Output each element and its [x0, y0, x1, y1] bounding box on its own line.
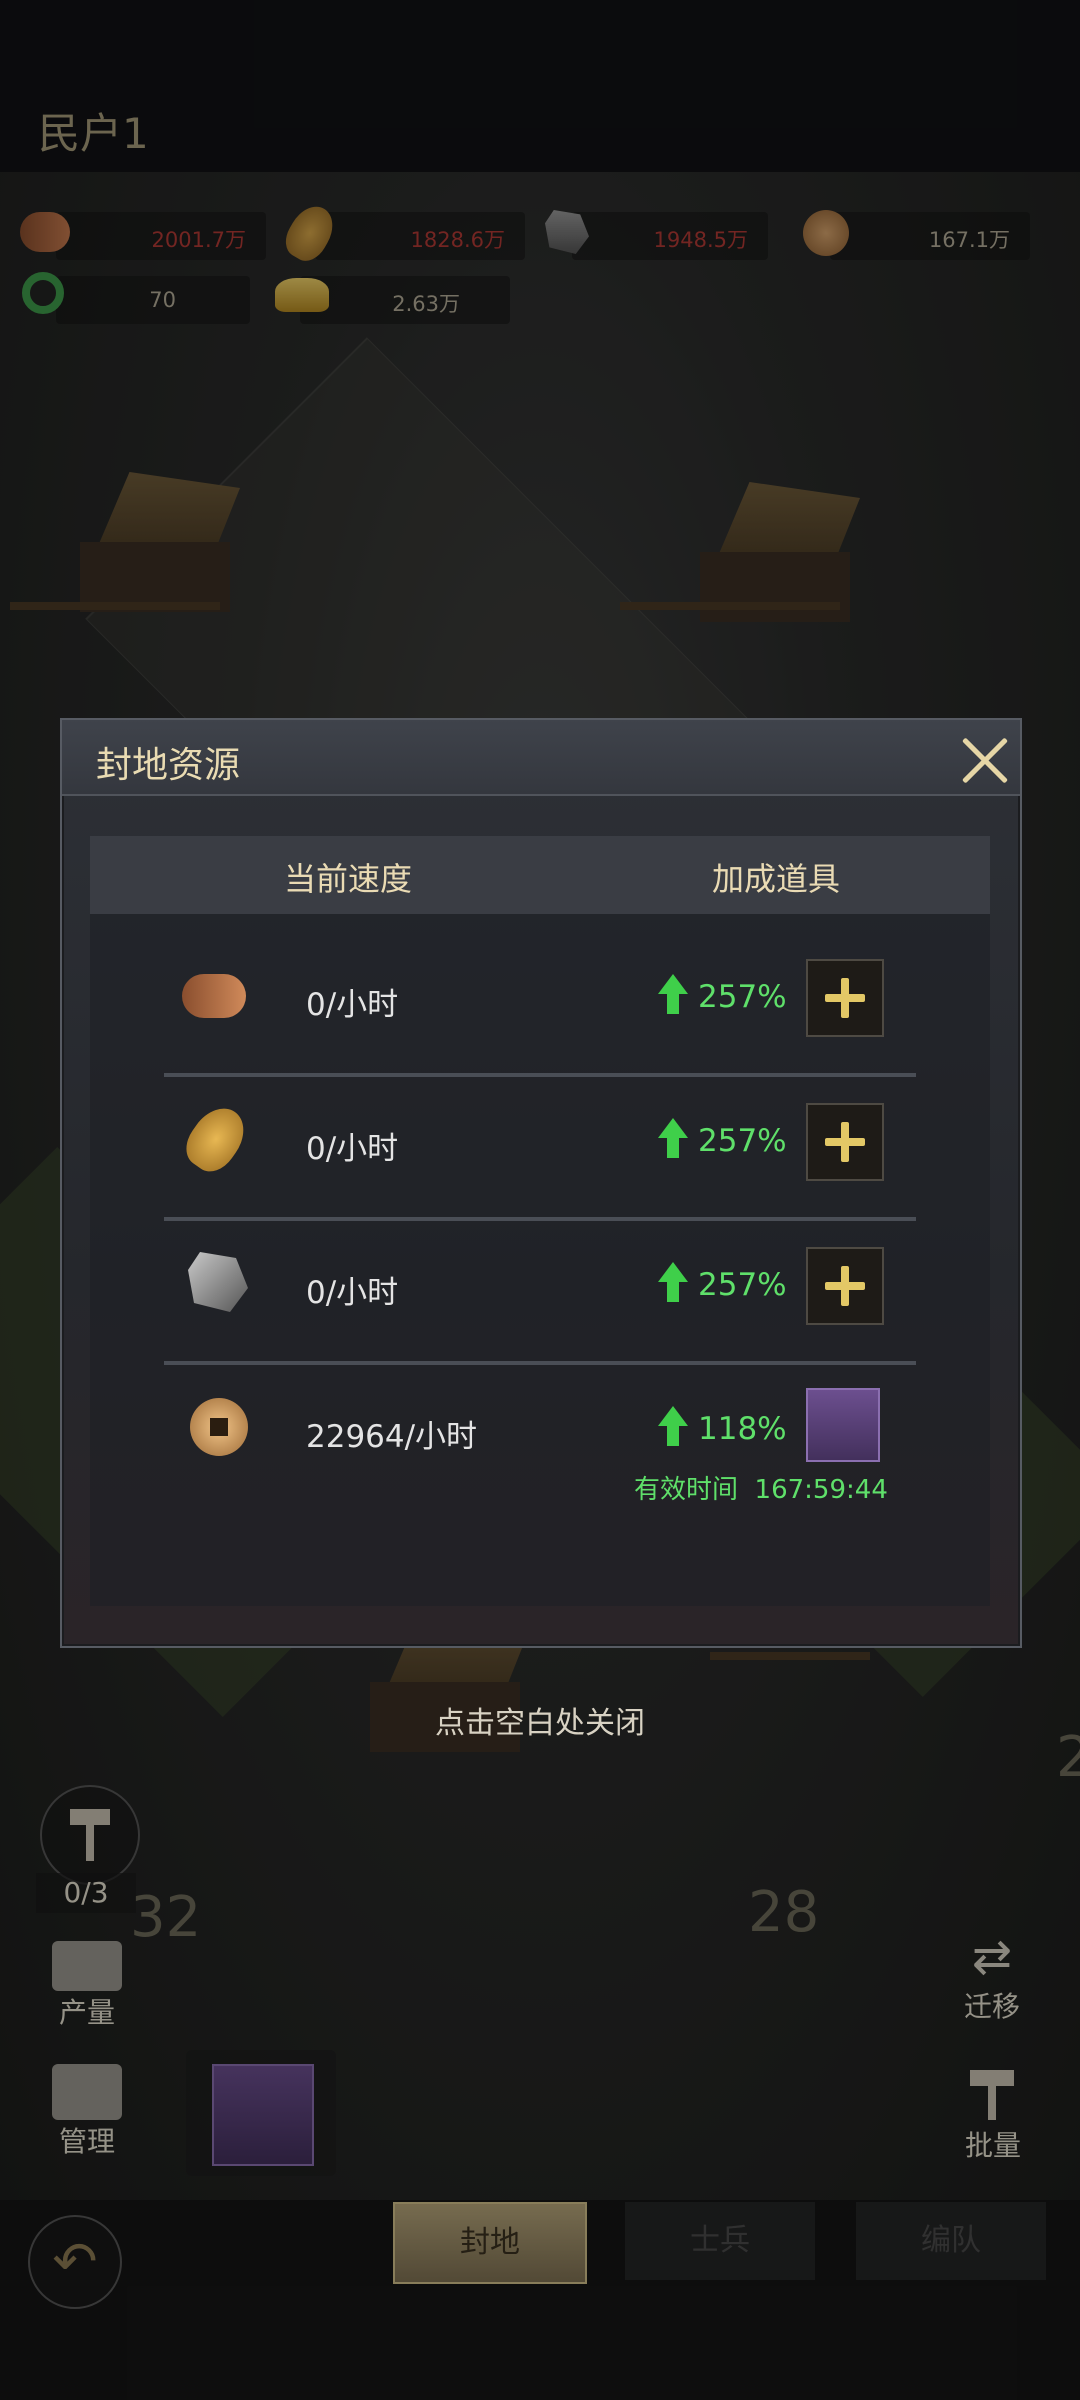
up-arrow-icon: [658, 1262, 688, 1304]
resource-row-wood: 0/小时 257%: [164, 934, 916, 1077]
production-rate: 0/小时: [306, 1275, 399, 1311]
bonus-percent: 118%: [698, 1411, 787, 1447]
effective-time-label: 有效时间: [634, 1475, 739, 1505]
dialog-title: 封地资源: [96, 745, 241, 786]
effective-time-value: 167:59:44: [754, 1475, 888, 1505]
bonus-percent: 257%: [698, 1267, 787, 1303]
fief-resources-dialog: 封地资源 当前速度 加成道具 0/小时 257% 0/小时 257% 0/小时 …: [60, 718, 1022, 1648]
row-divider: [164, 1361, 916, 1365]
bonsai-tree-icon[interactable]: [806, 1388, 880, 1462]
production-rate: 0/小时: [306, 987, 399, 1023]
copper-coin-icon: [190, 1398, 248, 1456]
wood-log-icon: [182, 974, 246, 1018]
close-hint: 点击空白处关闭: [435, 1706, 645, 1741]
resource-row-iron: 0/小时 257%: [164, 1222, 916, 1365]
bonus-percent: 257%: [698, 979, 787, 1015]
column-bonus-items: 加成道具: [712, 860, 841, 898]
add-bonus-button[interactable]: [806, 959, 884, 1037]
panel-header: 当前速度 加成道具: [90, 836, 990, 914]
close-icon[interactable]: [957, 732, 1013, 788]
up-arrow-icon: [658, 1118, 688, 1160]
up-arrow-icon: [658, 1406, 688, 1448]
production-rate: 0/小时: [306, 1131, 399, 1167]
resource-row-grain: 0/小时 257%: [164, 1078, 916, 1221]
wheat-icon: [177, 1098, 255, 1180]
effective-time: 有效时间 167:59:44: [634, 1469, 888, 1506]
production-rate: 22964/小时: [306, 1419, 478, 1455]
up-arrow-icon: [658, 974, 688, 1016]
row-divider: [164, 1073, 916, 1077]
bonus-percent: 257%: [698, 1123, 787, 1159]
add-bonus-button[interactable]: [806, 1247, 884, 1325]
resource-panel: 当前速度 加成道具 0/小时 257% 0/小时 257% 0/小时 257%: [90, 836, 990, 1606]
resource-row-coin: 22964/小时 118% 有效时间 167:59:44: [164, 1366, 916, 1526]
row-divider: [164, 1217, 916, 1221]
add-bonus-button[interactable]: [806, 1103, 884, 1181]
iron-ore-icon: [188, 1252, 248, 1312]
column-current-speed: 当前速度: [284, 860, 413, 898]
